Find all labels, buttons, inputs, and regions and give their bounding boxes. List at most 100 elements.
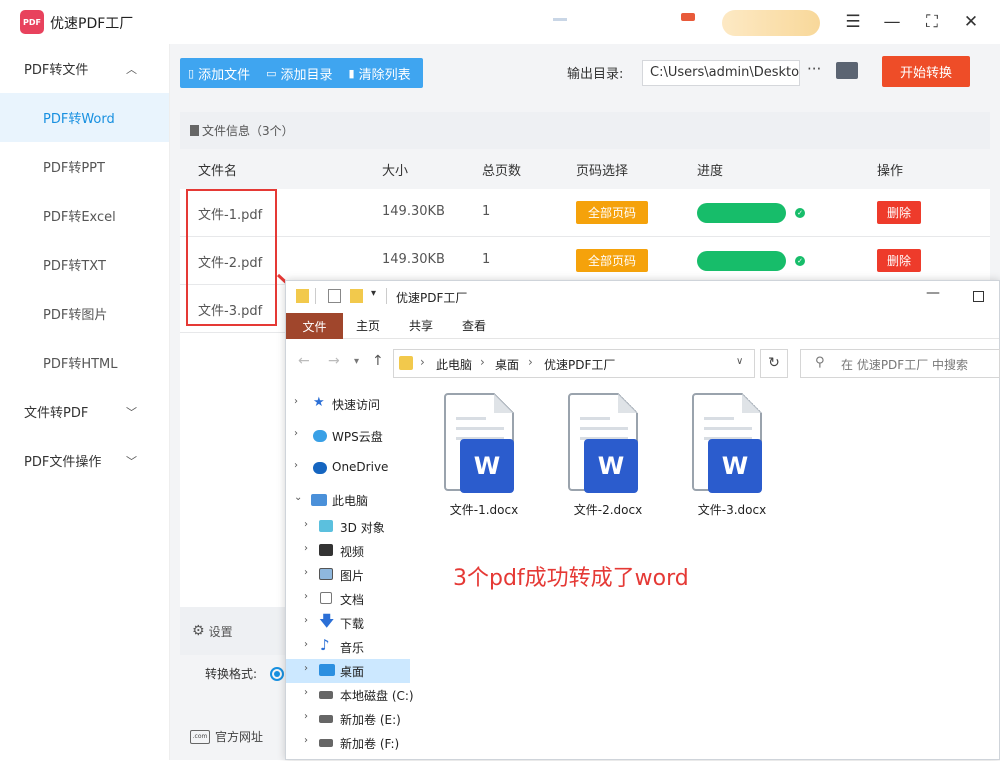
file-icon: ▯: [188, 66, 195, 80]
file-explorer-window: ▾ 优速PDF工厂 — 文件 主页 共享 查看 ← → ▾ ↑ › 此电脑 › …: [285, 280, 1000, 760]
tree-item-desktop[interactable]: › 桌面: [286, 659, 410, 683]
tree-label: 文档: [340, 593, 365, 607]
tree-item-drive-e[interactable]: › 新加卷 (E:): [286, 707, 410, 731]
file-item[interactable]: W 文件-3.docx: [672, 393, 772, 521]
chevron-down-icon[interactable]: ∨: [736, 356, 743, 367]
sidebar-item-pdf-to-txt[interactable]: PDF转TXT: [0, 240, 169, 289]
page-fold: [742, 393, 762, 413]
column-header-action: 操作: [877, 164, 904, 179]
menu-icon[interactable]: ☰: [841, 10, 865, 34]
properties-icon[interactable]: [328, 289, 341, 303]
promo-banner[interactable]: [722, 10, 820, 36]
sidebar-group-file-to-pdf[interactable]: 文件转PDF ﹀: [0, 387, 169, 436]
tab-home[interactable]: 主页: [356, 317, 380, 334]
sidebar-item-pdf-to-html[interactable]: PDF转HTML: [0, 338, 169, 387]
titlebar-badge[interactable]: [681, 13, 695, 21]
chevron-right-icon: ›: [304, 639, 308, 650]
add-file-button[interactable]: ▯ 添加文件: [188, 64, 250, 83]
minimize-icon[interactable]: —: [880, 10, 904, 34]
sidebar-item-pdf-to-excel[interactable]: PDF转Excel: [0, 191, 169, 240]
tree-item-wps-cloud[interactable]: › WPS云盘: [286, 419, 410, 451]
official-site-link[interactable]: .com 官方网址: [190, 728, 263, 745]
more-icon[interactable]: ···: [807, 60, 821, 78]
output-dir-field[interactable]: C:\Users\admin\Deskto: [642, 60, 800, 86]
format-radio[interactable]: [270, 667, 284, 681]
file-item-name: 文件-3.docx: [697, 503, 767, 517]
title-bar: PDF 优速PDF工厂 ☰ — ⛶ ✕: [0, 0, 1000, 44]
breadcrumb-separator: ›: [528, 355, 533, 369]
website-icon: .com: [190, 729, 210, 744]
tree-item-this-pc[interactable]: ⌄ 此电脑: [286, 483, 410, 515]
tree-item-pictures[interactable]: › 图片: [286, 563, 410, 587]
table-row[interactable]: 文件-2.pdf 149.30KB 1 全部页码 ✓ 删除: [180, 237, 990, 285]
clear-list-label: 清除列表: [358, 67, 411, 83]
breadcrumb-desktop[interactable]: 桌面: [495, 356, 519, 373]
quick-access-dropdown-icon[interactable]: ▾: [371, 288, 376, 299]
up-arrow-icon[interactable]: ↑: [372, 353, 384, 369]
back-arrow-icon[interactable]: ←: [298, 353, 310, 369]
sidebar-group-pdf-to-file[interactable]: PDF转文件 ︿: [0, 44, 169, 93]
folder-icon: [296, 289, 309, 303]
file-item[interactable]: W 文件-2.docx: [548, 393, 648, 521]
sidebar-item-pdf-to-image[interactable]: PDF转图片: [0, 289, 169, 338]
sidebar-item-pdf-to-word[interactable]: PDF转Word: [0, 93, 169, 142]
fullscreen-icon[interactable]: ⛶: [920, 10, 944, 34]
ribbon: 文件 主页 共享 查看: [286, 313, 999, 339]
sidebar-item-pdf-to-ppt[interactable]: PDF转PPT: [0, 142, 169, 191]
add-file-label: 添加文件: [198, 67, 251, 83]
folder-icon[interactable]: [836, 62, 858, 79]
tree-item-music[interactable]: › ♪ 音乐: [286, 635, 410, 659]
delete-button[interactable]: 删除: [877, 249, 921, 272]
search-input[interactable]: ⚲ 在 优速PDF工厂 中搜索: [800, 349, 1000, 378]
tree-item-videos[interactable]: › 视频: [286, 539, 410, 563]
sidebar-group-pdf-ops[interactable]: PDF文件操作 ﹀: [0, 436, 169, 485]
page-select-button[interactable]: 全部页码: [576, 201, 648, 224]
tree-item-3d-objects[interactable]: › 3D 对象: [286, 515, 410, 539]
document-icon: [190, 125, 199, 136]
chevron-right-icon: ›: [304, 615, 308, 626]
tree-label: 新加卷 (F:): [340, 737, 400, 751]
refresh-icon[interactable]: ↻: [760, 349, 788, 378]
new-folder-icon[interactable]: [350, 289, 363, 303]
text-line: [456, 417, 486, 420]
format-label: 转换格式:: [205, 667, 258, 681]
sidebar-group-label: PDF文件操作: [24, 455, 102, 470]
breadcrumb-this-pc[interactable]: 此电脑: [436, 356, 472, 373]
tree-item-documents[interactable]: › 文档: [286, 587, 410, 611]
sidebar: PDF转文件 ︿ PDF转Word PDF转PPT PDF转Excel PDF转…: [0, 44, 170, 760]
start-convert-button[interactable]: 开始转换: [882, 56, 970, 87]
forward-arrow-icon[interactable]: →: [328, 353, 340, 369]
maximize-icon[interactable]: [973, 291, 984, 302]
titlebar-widget[interactable]: [553, 18, 567, 21]
tab-share[interactable]: 共享: [409, 317, 433, 334]
page-fold: [618, 393, 638, 413]
explorer-title-bar: ▾ 优速PDF工厂 —: [286, 281, 999, 313]
tree-item-drive-f[interactable]: › 新加卷 (F:): [286, 731, 410, 755]
tab-view[interactable]: 查看: [462, 317, 486, 334]
tree-item-downloads[interactable]: › 🡇 下载: [286, 611, 410, 635]
check-circle-icon: ✓: [795, 256, 805, 266]
chevron-up-icon: ︿: [126, 62, 137, 76]
add-directory-button[interactable]: ▭ 添加目录: [266, 64, 332, 83]
delete-button[interactable]: 删除: [877, 201, 921, 224]
close-icon[interactable]: ✕: [959, 10, 983, 34]
minimize-icon[interactable]: —: [926, 285, 940, 301]
recent-dropdown-icon[interactable]: ▾: [354, 356, 359, 367]
star-icon: ★: [313, 395, 325, 410]
chevron-down-icon: ⌄: [294, 492, 303, 503]
tree-label: 音乐: [340, 641, 365, 655]
clear-list-button[interactable]: ▮ 清除列表: [349, 64, 411, 83]
file-item[interactable]: W 文件-1.docx: [424, 393, 524, 521]
address-bar[interactable]: › 此电脑 › 桌面 › 优速PDF工厂 ∨: [393, 349, 755, 378]
tab-file[interactable]: 文件: [286, 313, 343, 339]
breadcrumb-folder[interactable]: 优速PDF工厂: [544, 356, 615, 373]
tree-item-onedrive[interactable]: › OneDrive: [286, 451, 410, 483]
page-select-button[interactable]: 全部页码: [576, 249, 648, 272]
tree-item-drive-c[interactable]: › 本地磁盘 (C:): [286, 683, 414, 707]
settings-title: 设置: [208, 624, 233, 639]
search-placeholder: 在 优速PDF工厂 中搜索: [841, 358, 969, 372]
tree-item-quick-access[interactable]: › ★ 快速访问: [286, 387, 410, 419]
progress-bar: [697, 251, 786, 271]
table-row[interactable]: 文件-1.pdf 149.30KB 1 全部页码 ✓ 删除: [180, 189, 990, 237]
word-icon: W: [460, 439, 514, 493]
